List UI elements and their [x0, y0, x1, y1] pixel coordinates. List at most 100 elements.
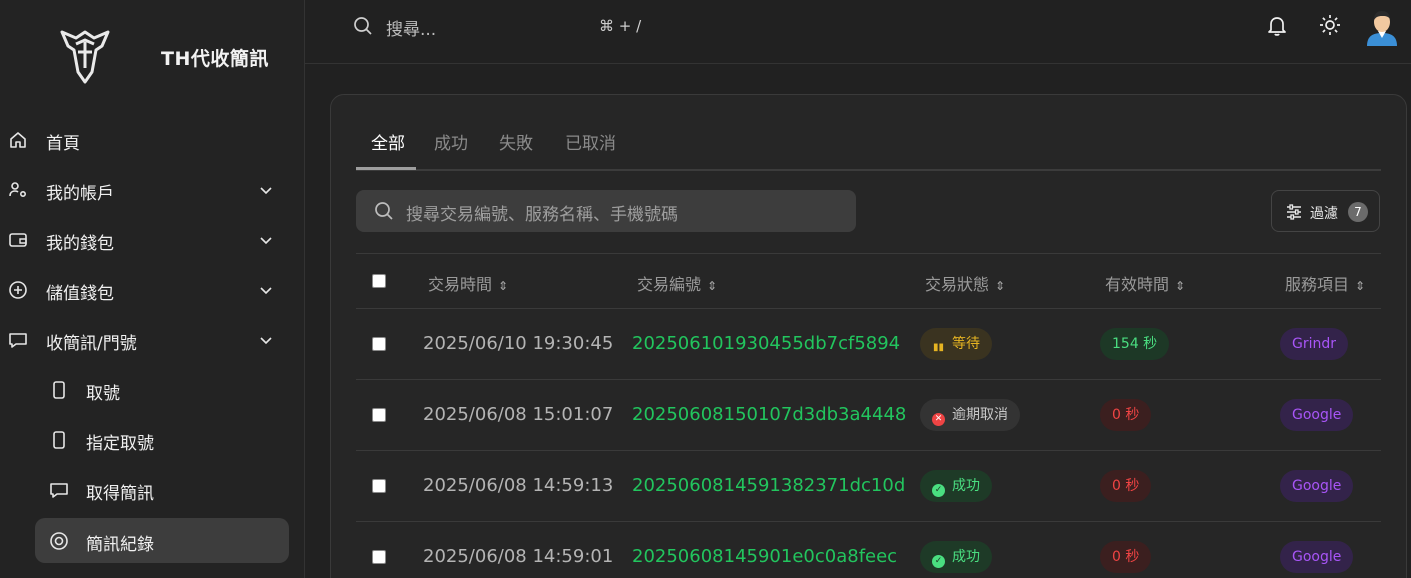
column-header-valid-time[interactable]: 有效時間 ⇕: [1105, 271, 1185, 295]
service-badge: Google: [1280, 470, 1354, 502]
sidebar-sub-label: 簡訊紀錄: [86, 535, 154, 555]
tab-all[interactable]: 全部: [371, 129, 405, 169]
valid-time-badge: 154 秒: [1100, 328, 1170, 360]
service-badge: Google: [1280, 541, 1354, 573]
chevron-down-icon: [260, 237, 272, 245]
check-circle-icon: ✓: [932, 555, 945, 568]
transaction-time: 2025/06/08 14:59:13: [423, 475, 614, 496]
valid-time-badge: 0 秒: [1100, 470, 1152, 502]
service-badge: Google: [1280, 399, 1354, 431]
wallet-icon: [9, 233, 27, 247]
global-search-input[interactable]: 搜尋...: [386, 15, 436, 40]
target-icon: [50, 532, 68, 550]
user-gear-icon: [9, 182, 27, 198]
sidebar-sub-get-sms[interactable]: 取得簡訊: [35, 467, 289, 512]
sidebar-item-home[interactable]: 首頁: [0, 120, 305, 160]
search-shortcut: ⌘ + /: [599, 17, 642, 35]
tab-active-indicator: [356, 167, 416, 170]
topbar: 搜尋... ⌘ + /: [305, 0, 1411, 64]
valid-time-badge: 0 秒: [1100, 541, 1152, 573]
sidebar-sub-get-number[interactable]: 取號: [35, 367, 289, 412]
logo-icon: [60, 30, 110, 84]
sidebar-sub-label: 指定取號: [86, 434, 154, 454]
brand-name: TH代收簡訊: [161, 48, 269, 70]
table-row[interactable]: 2025/06/08 14:59:01 20250608145901e0c0a8…: [356, 522, 1381, 578]
sidebar: TH代收簡訊 首頁 我的帳戶 我的錢包 儲值錢包 收簡訊/門號 取號 指定取號 …: [0, 0, 305, 578]
check-circle-icon: ✓: [932, 484, 945, 497]
sidebar-item-label: 收簡訊/門號: [46, 334, 137, 354]
sort-icon: ⇕: [1355, 279, 1366, 293]
sidebar-item-label: 儲值錢包: [46, 284, 114, 304]
transaction-time: 2025/06/08 15:01:07: [423, 404, 614, 425]
status-badge: ✓ 成功: [920, 470, 992, 502]
sidebar-item-wallet[interactable]: 我的錢包: [0, 220, 305, 260]
sort-icon: ⇕: [498, 279, 509, 293]
sun-icon[interactable]: [1319, 14, 1341, 36]
sidebar-item-label: 我的錢包: [46, 234, 114, 254]
row-checkbox[interactable]: [372, 337, 386, 351]
search-icon: [375, 202, 393, 220]
avatar[interactable]: [1365, 8, 1399, 46]
sidebar-item-account[interactable]: 我的帳戶: [0, 170, 305, 210]
phone-icon: [53, 381, 65, 399]
row-checkbox[interactable]: [372, 408, 386, 422]
sort-icon: ⇕: [707, 279, 718, 293]
transaction-id[interactable]: 20250608145901e0c0a8feec: [632, 546, 897, 567]
plus-circle-icon: [9, 281, 27, 299]
bell-icon[interactable]: [1267, 15, 1287, 37]
transaction-id[interactable]: 2025060814591382371dc10d: [632, 475, 905, 496]
sliders-icon: [1287, 204, 1301, 220]
valid-time-badge: 0 秒: [1100, 399, 1152, 431]
column-header-status[interactable]: 交易狀態 ⇕: [925, 271, 1005, 295]
column-header-id[interactable]: 交易編號 ⇕: [637, 271, 717, 295]
column-header-time[interactable]: 交易時間 ⇕: [428, 271, 508, 295]
sidebar-sub-specific-number[interactable]: 指定取號: [35, 417, 289, 462]
chevron-down-icon: [260, 287, 272, 295]
sidebar-item-label: 我的帳戶: [46, 184, 114, 204]
filter-label: 過濾: [1310, 206, 1338, 222]
filter-button[interactable]: 過濾 7: [1271, 190, 1380, 232]
search-icon: [354, 17, 372, 35]
service-badge: Grindr: [1280, 328, 1349, 360]
sidebar-sub-sms-history[interactable]: 簡訊紀錄: [35, 518, 289, 563]
row-checkbox[interactable]: [372, 479, 386, 493]
table-row[interactable]: 2025/06/08 14:59:13 2025060814591382371d…: [356, 451, 1381, 522]
sidebar-sub-label: 取得簡訊: [86, 484, 154, 504]
table-search-placeholder: 搜尋交易編號、服務名稱、手機號碼: [406, 205, 678, 225]
table-row[interactable]: 2025/06/10 19:30:45 202506101930455db7cf…: [356, 309, 1381, 380]
status-badge: ✓ 成功: [920, 541, 992, 573]
tab-bar: 全部 成功 失敗 已取消: [356, 119, 1381, 171]
sidebar-item-sms[interactable]: 收簡訊/門號: [0, 320, 305, 360]
message-icon: [50, 483, 68, 498]
message-icon: [9, 333, 27, 348]
sort-icon: ⇕: [1175, 279, 1186, 293]
table-header: 交易時間 ⇕ 交易編號 ⇕ 交易狀態 ⇕ 有效時間 ⇕ 服務項目 ⇕: [356, 253, 1381, 309]
select-all-checkbox[interactable]: [372, 274, 386, 288]
sidebar-item-topup[interactable]: 儲值錢包: [0, 270, 305, 310]
filter-count-badge: 7: [1348, 202, 1368, 222]
transaction-id[interactable]: 202506101930455db7cf5894: [632, 333, 900, 354]
transaction-time: 2025/06/08 14:59:01: [423, 546, 614, 567]
home-icon: [10, 132, 26, 148]
bars-icon: ▮▮: [932, 342, 944, 353]
tab-failed[interactable]: 失敗: [499, 129, 533, 169]
transaction-time: 2025/06/10 19:30:45: [423, 333, 614, 354]
chevron-down-icon: [260, 337, 272, 345]
sidebar-sub-label: 取號: [86, 384, 120, 404]
transaction-id[interactable]: 20250608150107d3db3a4448: [632, 404, 906, 425]
row-checkbox[interactable]: [372, 550, 386, 564]
status-badge: ▮▮ 等待: [920, 328, 992, 360]
brand[interactable]: TH代收簡訊: [0, 0, 305, 112]
x-circle-icon: ✕: [932, 413, 945, 426]
column-header-service[interactable]: 服務項目 ⇕: [1285, 271, 1365, 295]
phone-icon: [53, 431, 65, 449]
table-search-input[interactable]: 搜尋交易編號、服務名稱、手機號碼: [356, 190, 856, 232]
sidebar-item-label: 首頁: [46, 134, 80, 154]
sort-icon: ⇕: [995, 279, 1006, 293]
table-row[interactable]: 2025/06/08 15:01:07 20250608150107d3db3a…: [356, 380, 1381, 451]
transactions-card: 全部 成功 失敗 已取消 搜尋交易編號、服務名稱、手機號碼 過濾 7 交易時間 ⇕…: [330, 94, 1407, 578]
status-badge: ✕ 逾期取消: [920, 399, 1020, 431]
tab-cancelled[interactable]: 已取消: [565, 129, 616, 169]
tab-success[interactable]: 成功: [434, 129, 468, 169]
chevron-down-icon: [260, 187, 272, 195]
